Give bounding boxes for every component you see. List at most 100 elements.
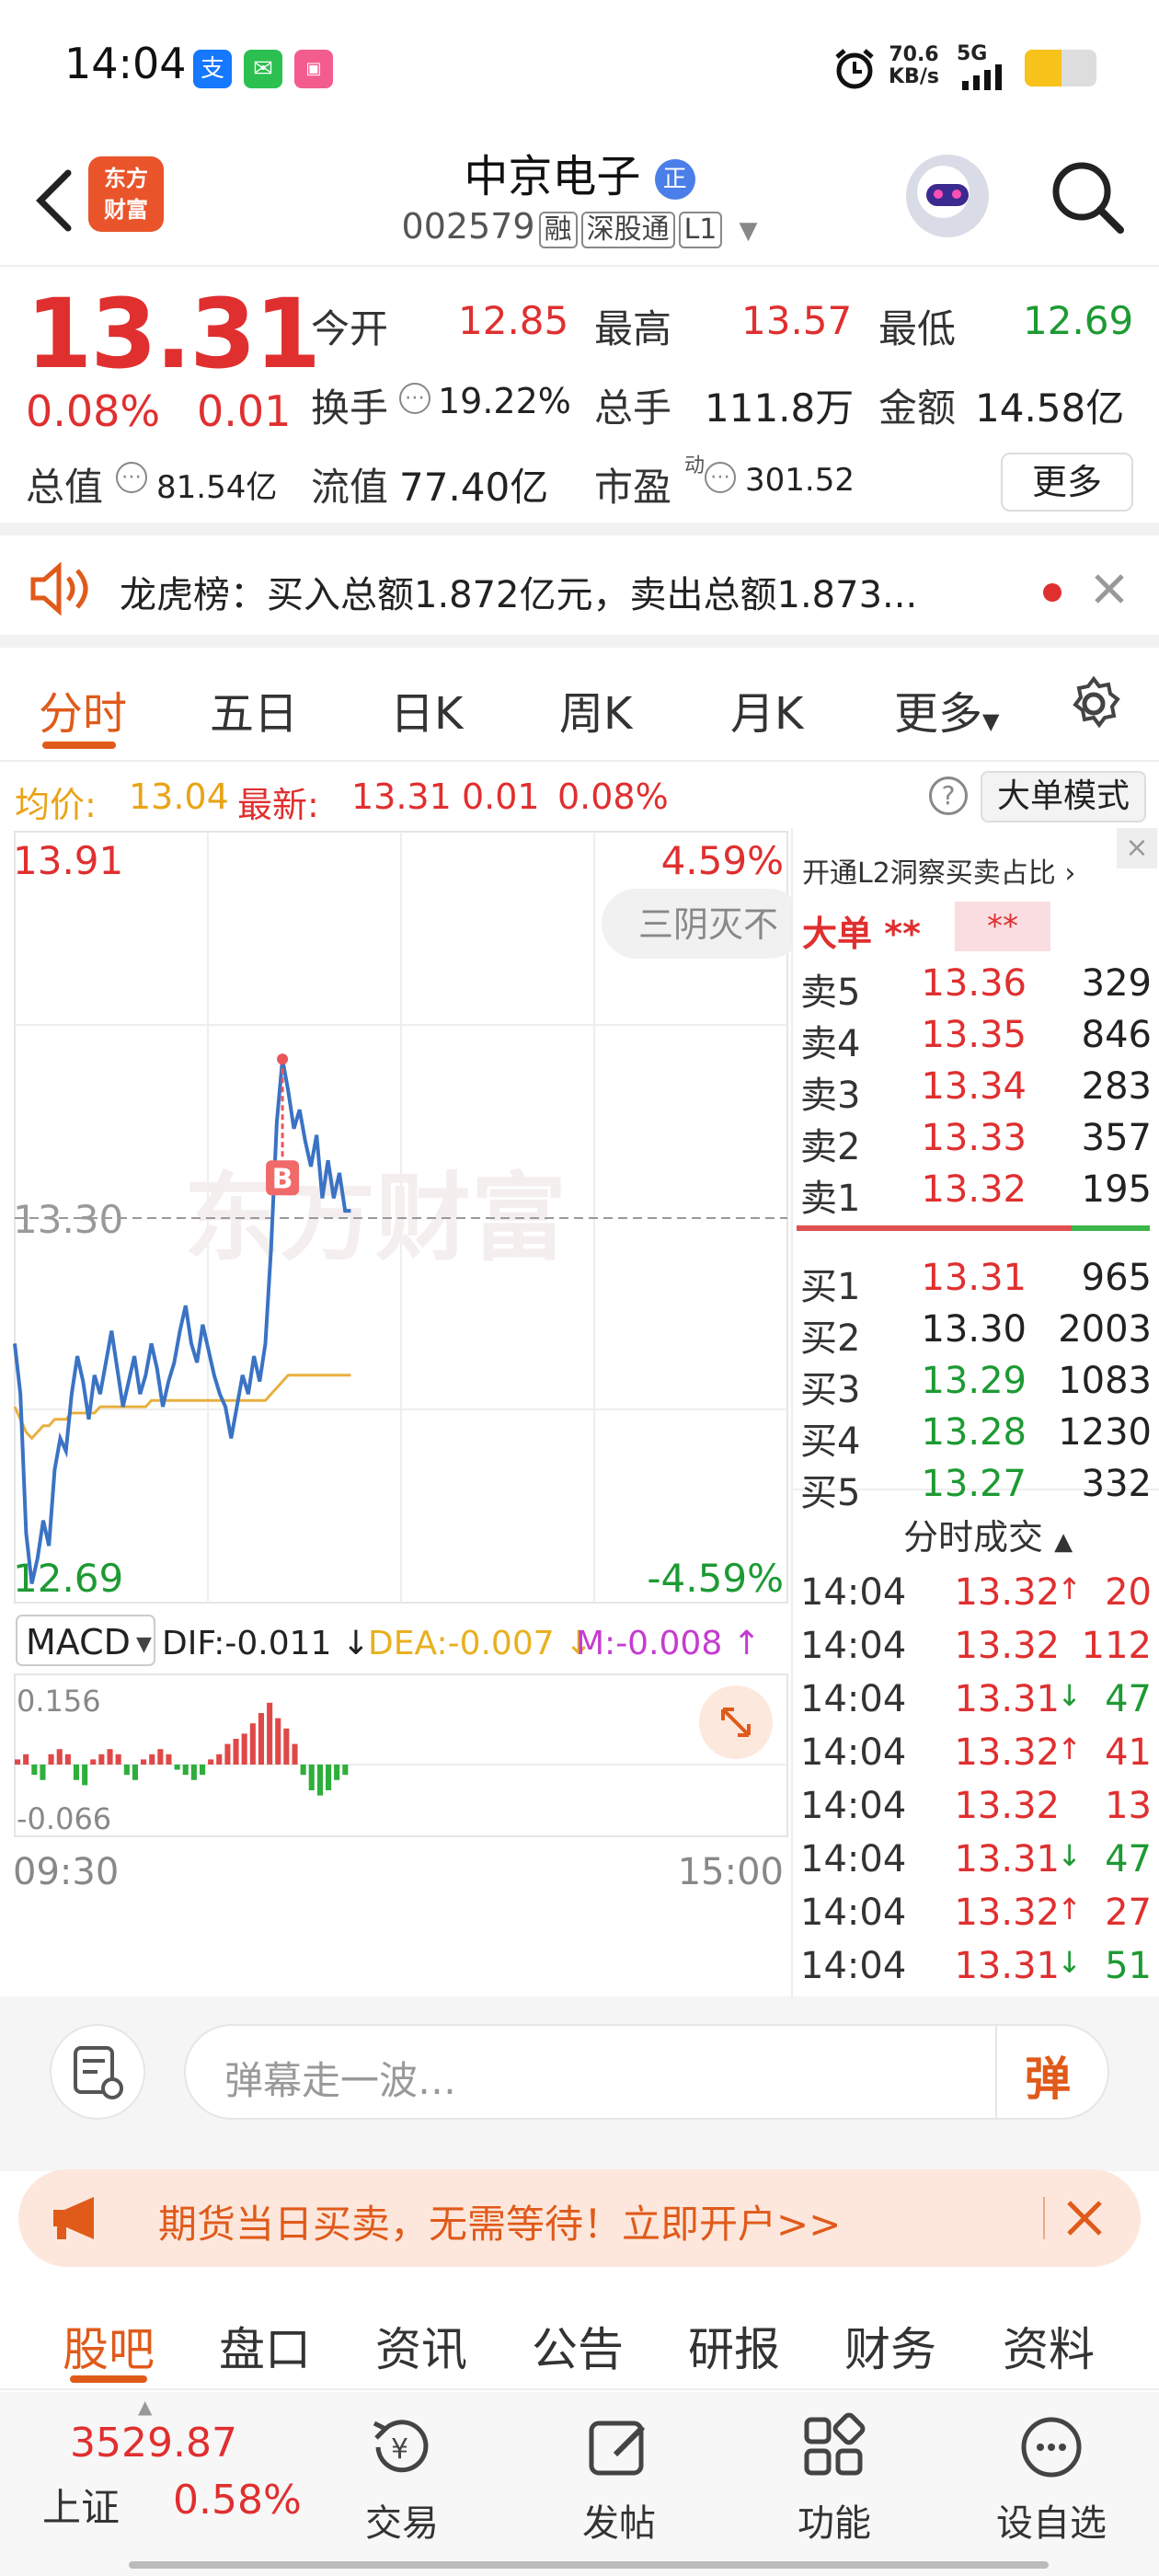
row-label: 卖3 xyxy=(800,1075,861,1117)
tick-direction: ↑ xyxy=(1057,1731,1082,1766)
tab-five-day[interactable]: 五日 xyxy=(210,677,298,742)
macd-bar xyxy=(200,1765,206,1776)
nav-post[interactable]: 发帖 xyxy=(550,2410,688,2547)
pe-value: 301.52 xyxy=(745,462,855,499)
latest-pct: 0.08% xyxy=(557,776,669,817)
intraday-chart[interactable]: 东方财富 13.91 13.30 12.69 4.59% -4.59% 三阴灭不… xyxy=(0,828,791,1996)
index-name[interactable]: 上证 xyxy=(42,2477,120,2533)
big-order-mode-button[interactable]: 大单模式 xyxy=(981,771,1146,822)
more-dots-icon[interactable]: ⋯ xyxy=(399,383,430,414)
promo-text[interactable]: 期货当日买卖，无需等待！立即开户>> xyxy=(158,2193,841,2249)
more-dots-icon[interactable]: ⋯ xyxy=(705,462,736,493)
buy-sell-ratio-bar xyxy=(797,1225,1150,1231)
row-volume: 1230 xyxy=(1058,1411,1152,1454)
nav-features[interactable]: 功能 xyxy=(765,2410,903,2547)
nav-add-watchlist[interactable]: 设自选 xyxy=(982,2410,1120,2547)
net-speed: 70.6 KB/s xyxy=(889,43,939,88)
home-indicator xyxy=(129,2561,1049,2569)
danmu-input[interactable]: 弹幕走一波… 弹 xyxy=(184,2024,1109,2120)
close-icon[interactable]: × xyxy=(1117,828,1157,868)
alarm-icon xyxy=(832,46,878,92)
search-icon[interactable] xyxy=(1049,158,1126,236)
tick-price: 13.32 xyxy=(954,1785,1060,1827)
tab-financials[interactable]: 财务 xyxy=(844,2313,936,2379)
news-ticker[interactable]: 龙虎榜：买入总额1.872亿元，卖出总额1.873... xyxy=(0,535,1159,648)
tag-connect: 深股通 xyxy=(580,212,675,248)
high-label: 最高 xyxy=(594,306,672,351)
row-price: 13.33 xyxy=(921,1117,1027,1159)
buy-row[interactable]: 买2 13.30 2003 xyxy=(800,1308,1159,1360)
order-book: 开通L2洞察买卖占比 › × 大单 ** ** 分时成交 ▲ 卖5 13.36 32… xyxy=(791,828,1159,1996)
buy-row[interactable]: 买4 13.28 1230 xyxy=(800,1411,1159,1463)
macd-bar xyxy=(174,1765,180,1770)
ticks-title[interactable]: 分时成交 ▲ xyxy=(903,1509,1073,1559)
tab-profile[interactable]: 资料 xyxy=(1003,2313,1095,2379)
tab-market-depth[interactable]: 盘口 xyxy=(219,2313,311,2379)
speaker-icon xyxy=(28,561,92,616)
tick-volume: 20 xyxy=(1105,1571,1152,1614)
tab-intraday[interactable]: 分时 xyxy=(39,677,127,742)
bottom-navbar: ▲ 3529.87 上证 0.58% ¥ 交易 发帖 功能 设自选 xyxy=(0,2392,1159,2576)
tab-weekly-k[interactable]: 周K xyxy=(559,677,632,742)
status-time: 14:04 xyxy=(64,39,187,88)
sell-row[interactable]: 卖3 13.34 283 xyxy=(800,1065,1159,1117)
macd-select-label: MACD xyxy=(26,1622,131,1662)
tab-forum[interactable]: 股吧 xyxy=(63,2313,155,2379)
row-price: 13.29 xyxy=(921,1360,1027,1402)
macd-bar xyxy=(241,1733,247,1765)
float-value: 77.40亿 xyxy=(399,465,549,510)
macd-bar xyxy=(275,1718,281,1765)
index-value[interactable]: 3529.87 xyxy=(70,2420,237,2467)
help-icon[interactable]: ? xyxy=(929,776,968,815)
amount-value: 14.58亿 xyxy=(975,385,1125,431)
danmu-send-button[interactable]: 弹 xyxy=(1025,2042,1071,2109)
sell-row[interactable]: 卖5 13.36 329 xyxy=(800,962,1159,1014)
tick-price: 13.32 xyxy=(954,1571,1060,1614)
more-dots-icon[interactable]: ⋯ xyxy=(116,462,147,493)
tab-research[interactable]: 研报 xyxy=(688,2313,780,2379)
nav-trade[interactable]: ¥ 交易 xyxy=(333,2410,471,2547)
more-button[interactable]: 更多 xyxy=(1001,453,1133,512)
sell-row[interactable]: 卖2 13.33 357 xyxy=(800,1117,1159,1168)
signal-icon xyxy=(957,64,1012,90)
latest-change: 0.01 xyxy=(462,776,540,817)
pct-top-label: 4.59% xyxy=(661,838,784,883)
assistant-robot-icon[interactable] xyxy=(906,155,989,237)
close-icon[interactable] xyxy=(1091,570,1128,607)
tab-monthly-k[interactable]: 月K xyxy=(730,677,803,742)
tab-daily-k[interactable]: 日K xyxy=(390,677,463,742)
row-volume: 332 xyxy=(1081,1463,1152,1505)
sell-row[interactable]: 卖4 13.35 846 xyxy=(800,1014,1159,1065)
macd-bar xyxy=(40,1765,46,1780)
buy-row[interactable]: 买5 13.27 332 xyxy=(800,1463,1159,1514)
chevron-down-icon[interactable]: ▼ xyxy=(739,217,757,245)
danmu-settings-icon[interactable] xyxy=(50,2024,145,2120)
tick-time: 14:04 xyxy=(800,1892,907,1934)
row-label: 卖1 xyxy=(800,1178,861,1220)
promo-banner[interactable]: 期货当日买卖，无需等待！立即开户>> xyxy=(18,2169,1141,2267)
tab-news[interactable]: 资讯 xyxy=(375,2313,467,2379)
status-bar: 14:04 支 ✉ ▣ 70.6 KB/s 5G xyxy=(0,0,1159,138)
macd-bar xyxy=(132,1765,138,1780)
row-label: 买5 xyxy=(800,1472,861,1514)
tick-direction: ↑ xyxy=(1057,1892,1082,1926)
tick-volume: 47 xyxy=(1105,1678,1152,1720)
caret-up-icon: ▲ xyxy=(138,2396,153,2418)
tab-more[interactable]: 更多▼ xyxy=(894,677,999,742)
close-icon[interactable] xyxy=(1063,2197,1106,2239)
sell-row[interactable]: 卖1 13.32 195 xyxy=(800,1168,1159,1220)
row-price: 13.28 xyxy=(921,1411,1027,1454)
quote-panel: 13.31 0.08% 0.01 今开 12.85 最高 13.57 最低 12… xyxy=(0,269,1159,535)
l2-insight-link[interactable]: 开通L2洞察买卖占比 › xyxy=(802,850,1075,891)
buy-row[interactable]: 买1 13.31 965 xyxy=(800,1257,1159,1308)
macd-bar xyxy=(149,1754,155,1765)
buy-row[interactable]: 买3 13.29 1083 xyxy=(800,1360,1159,1411)
edit-icon xyxy=(589,2421,646,2476)
news-text[interactable]: 龙虎榜：买入总额1.872亿元，卖出总额1.873... xyxy=(120,565,1003,618)
index-pct[interactable]: 0.58% xyxy=(173,2477,302,2524)
row-volume: 329 xyxy=(1081,962,1152,1005)
tab-announcements[interactable]: 公告 xyxy=(532,2313,624,2379)
pe-label: 市盈 xyxy=(594,465,672,510)
settings-icon[interactable] xyxy=(1065,675,1122,732)
volume-value: 111.8万 xyxy=(705,385,855,431)
